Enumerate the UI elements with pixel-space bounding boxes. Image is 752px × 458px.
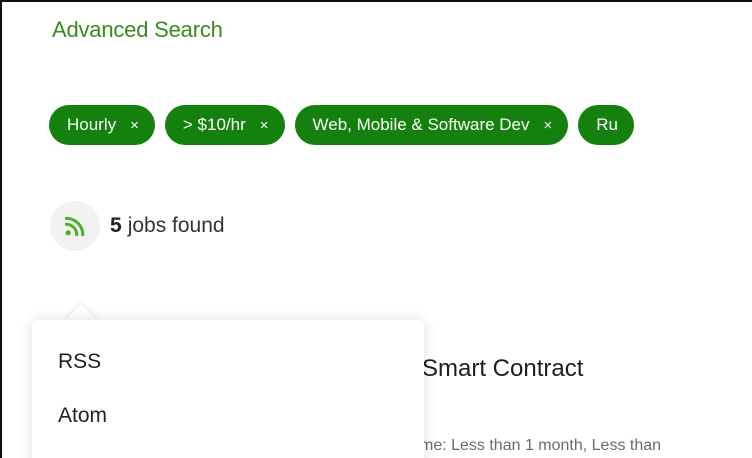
filter-chips: Hourly × > $10/hr × Web, Mobile & Softwa… (49, 105, 635, 145)
jobs-found-label: jobs found (127, 214, 225, 237)
filter-chip-label: Ru (596, 115, 619, 134)
job-meta: me: Less than 1 month, Less than (420, 437, 662, 454)
filter-chip-category[interactable]: Web, Mobile & Software Dev × (294, 105, 569, 145)
page-frame: Advanced Search Hourly × > $10/hr × Web,… (0, 0, 752, 458)
filter-chip-rate[interactable]: > $10/hr × (164, 105, 285, 145)
remove-filter-icon[interactable]: × (130, 118, 139, 133)
filter-chip-label: Web, Mobile & Software Dev (312, 115, 530, 134)
remove-filter-icon[interactable]: × (260, 118, 269, 133)
menu-item-rss[interactable]: RSS (58, 350, 101, 374)
advanced-search-link[interactable]: Advanced Search (52, 17, 223, 43)
remove-filter-icon[interactable]: × (544, 118, 553, 133)
rss-feed-icon (65, 216, 85, 236)
rss-feed-button[interactable] (50, 201, 100, 251)
filter-chip-hourly[interactable]: Hourly × (49, 105, 155, 145)
filter-chip-partial[interactable]: Ru (578, 105, 635, 145)
jobs-found-summary: 5 jobs found (50, 201, 225, 251)
filter-chip-label: Hourly (67, 115, 117, 134)
jobs-count: 5 (110, 214, 122, 237)
filter-chip-label: > $10/hr (182, 115, 246, 134)
job-title[interactable]: Smart Contract (422, 355, 583, 383)
menu-item-atom[interactable]: Atom (58, 404, 107, 428)
feed-format-menu: RSS Atom (32, 320, 424, 458)
popover-caret (64, 304, 98, 321)
